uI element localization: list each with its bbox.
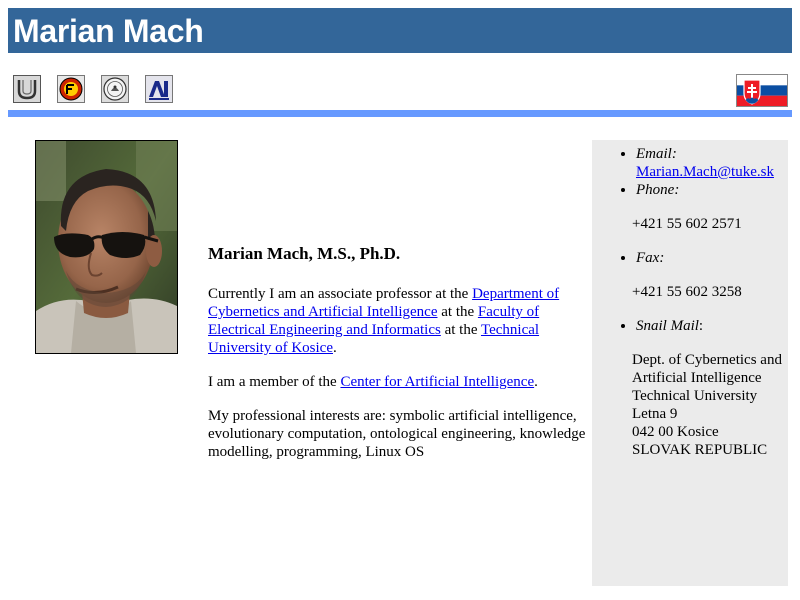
kkui-seal-icon[interactable] xyxy=(101,75,129,103)
fax-label: Fax: xyxy=(636,250,665,266)
contact-list: Email: Marian.Mach@tuke.sk Phone: +421 5… xyxy=(592,140,788,459)
address-line: SLOVAK REPUBLIC xyxy=(632,442,768,458)
mail-address: Dept. of Cybernetics and Artificial Inte… xyxy=(632,351,788,459)
text: at the xyxy=(440,322,481,338)
logo-bar xyxy=(8,70,792,110)
address-line: Dept. of Cybernetics and Artificial Inte… xyxy=(632,352,782,386)
list-item-phone: Phone: +421 55 602 2571 xyxy=(632,181,788,233)
cai-logo-icon[interactable] xyxy=(145,75,173,103)
intro-paragraph: Currently I am an associate professor at… xyxy=(208,285,588,357)
mail-colon: : xyxy=(698,318,704,334)
address-line: 042 00 Kosice xyxy=(632,424,719,440)
text: Currently I am an associate professor at… xyxy=(208,286,473,302)
email-label: Email: xyxy=(636,146,677,162)
main-content: Marian Mach, M.S., Ph.D. Currently I am … xyxy=(208,243,588,477)
text: . xyxy=(332,340,337,356)
mail-label: Snail Mail xyxy=(636,318,699,334)
slovak-flag-icon[interactable] xyxy=(736,74,788,107)
name-heading: Marian Mach, M.S., Ph.D. xyxy=(208,244,401,263)
portrait-photo xyxy=(35,140,178,354)
list-item-email: Email: Marian.Mach@tuke.sk xyxy=(636,145,788,181)
fei-logo-icon[interactable] xyxy=(57,75,85,103)
fax-value: +421 55 602 3258 xyxy=(632,284,742,300)
address-line: Letna 9 xyxy=(632,406,678,422)
membership-paragraph: I am a member of the Center for Artifici… xyxy=(208,373,588,391)
cai-link[interactable]: Center for Artificial Intelligence xyxy=(340,374,534,390)
text: I am a member of the xyxy=(208,374,341,390)
tuke-logo-icon[interactable] xyxy=(13,75,41,103)
text: . xyxy=(534,374,538,390)
email-link[interactable]: Marian.Mach@tuke.sk xyxy=(636,164,774,180)
page-header: Marian Mach xyxy=(8,8,792,53)
page-title: Marian Mach xyxy=(13,13,204,49)
contact-sidebar: Email: Marian.Mach@tuke.sk Phone: +421 5… xyxy=(592,140,788,586)
address-line: Technical University xyxy=(632,388,758,404)
list-item-fax: Fax: +421 55 602 3258 xyxy=(632,249,788,301)
text: at the xyxy=(437,304,478,320)
interests-paragraph: My professional interests are: symbolic … xyxy=(208,408,586,460)
phone-label: Phone: xyxy=(636,182,680,198)
header-divider xyxy=(8,110,792,117)
phone-value: +421 55 602 2571 xyxy=(632,216,742,232)
list-item-mail: Snail Mail: Dept. of Cybernetics and Art… xyxy=(632,317,788,459)
